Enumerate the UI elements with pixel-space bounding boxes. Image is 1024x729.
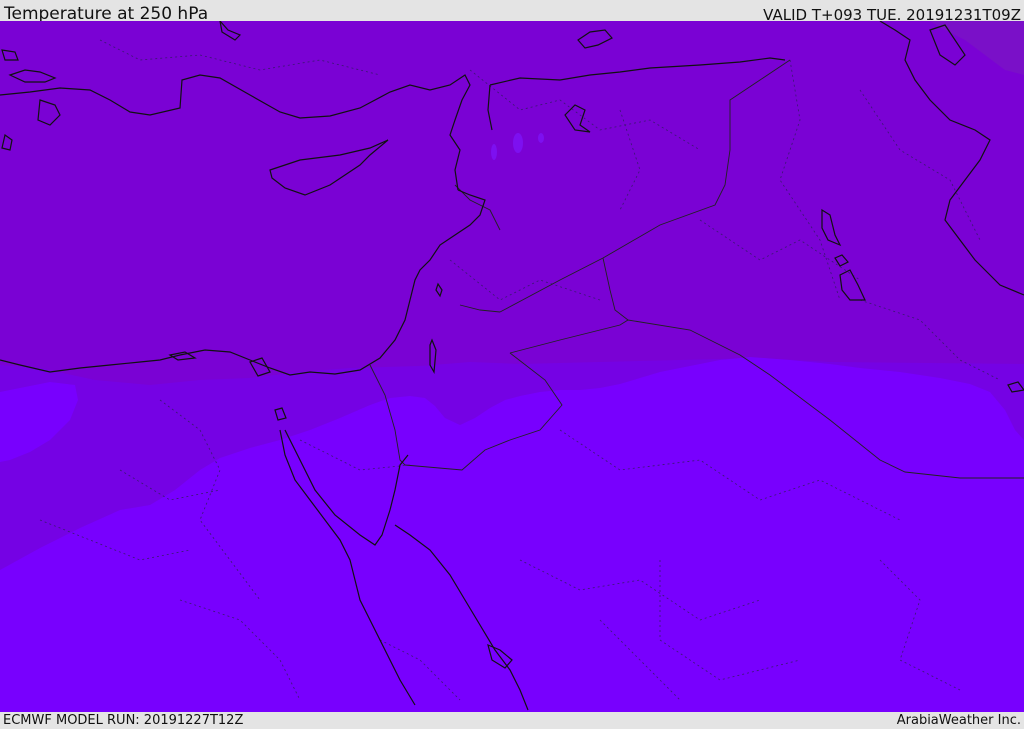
map-canvas xyxy=(0,21,1024,712)
credit-label: ArabiaWeather Inc. xyxy=(896,713,1021,728)
title-bar: Temperature at 250 hPa VALID T+093 TUE. … xyxy=(0,0,1024,24)
footer-bar: ECMWF MODEL RUN: 20191227T12Z ArabiaWeat… xyxy=(0,712,1024,729)
forecast-map-frame: Temperature at 250 hPa VALID T+093 TUE. … xyxy=(0,0,1024,729)
map-svg xyxy=(0,21,1024,712)
model-run-label: ECMWF MODEL RUN: 20191227T12Z xyxy=(3,713,244,728)
